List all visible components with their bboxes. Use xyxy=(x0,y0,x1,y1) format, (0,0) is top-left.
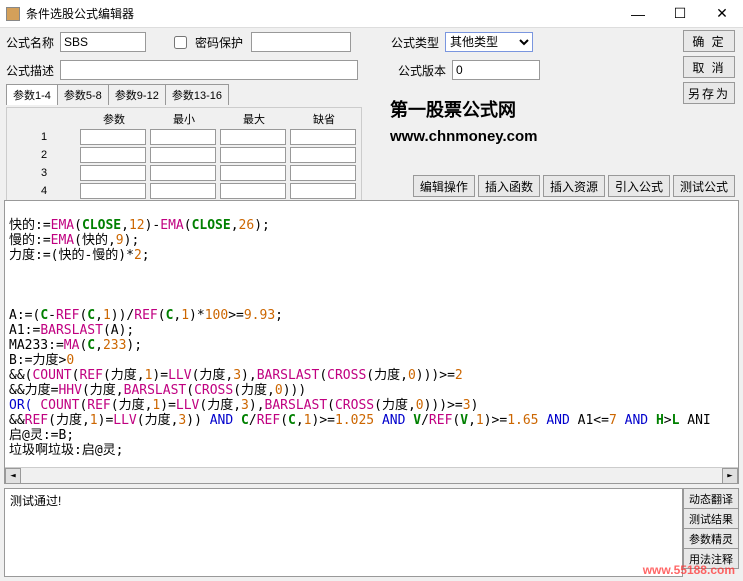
type-select[interactable]: 其他类型 xyxy=(445,32,533,52)
maximize-button[interactable]: ☐ xyxy=(659,0,701,28)
version-label: 公式版本 xyxy=(398,62,448,79)
watermark-line2: www.chnmoney.com xyxy=(390,128,538,145)
tab-params-13-16[interactable]: 参数13-16 xyxy=(165,84,229,105)
window-title: 条件选股公式编辑器 xyxy=(26,5,617,22)
code-editor[interactable]: 快的:=EMA(CLOSE,12)-EMA(CLOSE,26); 慢的:=EMA… xyxy=(4,200,739,484)
param-cell[interactable] xyxy=(290,183,356,199)
watermark-line1: 第一股票公式网 xyxy=(390,96,538,122)
param-cell[interactable] xyxy=(290,147,356,163)
param-cell[interactable] xyxy=(290,165,356,181)
name-input[interactable] xyxy=(60,32,146,52)
insfunc-button[interactable]: 插入函数 xyxy=(478,175,540,197)
param-cell[interactable] xyxy=(150,129,216,145)
app-icon xyxy=(6,7,20,21)
saveas-button[interactable]: 另存为 xyxy=(683,82,735,104)
minimize-button[interactable]: — xyxy=(617,0,659,28)
cancel-button[interactable]: 取 消 xyxy=(683,56,735,78)
scroll-right-icon[interactable]: ► xyxy=(722,468,738,484)
param-grid: 参数最小最大缺省 1 2 3 4 xyxy=(6,107,362,203)
param-cell[interactable] xyxy=(80,165,146,181)
tab-params-1-4[interactable]: 参数1-4 xyxy=(6,84,58,105)
test-button[interactable]: 测试公式 xyxy=(673,175,735,197)
insres-button[interactable]: 插入资源 xyxy=(543,175,605,197)
paramwiz-button[interactable]: 参数精灵 xyxy=(683,528,739,549)
param-cell[interactable] xyxy=(220,165,286,181)
param-cell[interactable] xyxy=(80,183,146,199)
param-cell[interactable] xyxy=(220,147,286,163)
param-cell[interactable] xyxy=(150,147,216,163)
pwd-input[interactable] xyxy=(251,32,351,52)
editop-button[interactable]: 编辑操作 xyxy=(413,175,475,197)
desc-label: 公式描述 xyxy=(6,62,56,79)
version-input[interactable] xyxy=(452,60,540,80)
close-button[interactable]: ✕ xyxy=(701,0,743,28)
pwd-label: 密码保护 xyxy=(195,34,243,51)
pwd-checkbox[interactable] xyxy=(174,36,187,49)
param-cell[interactable] xyxy=(290,129,356,145)
type-label: 公式类型 xyxy=(391,34,441,51)
dyntrans-button[interactable]: 动态翻译 xyxy=(683,488,739,509)
param-cell[interactable] xyxy=(150,165,216,181)
test-message: 测试通过! xyxy=(4,488,683,577)
param-cell[interactable] xyxy=(220,129,286,145)
tab-params-5-8[interactable]: 参数5-8 xyxy=(57,84,109,105)
param-cell[interactable] xyxy=(150,183,216,199)
scroll-left-icon[interactable]: ◄ xyxy=(5,468,21,484)
tab-params-9-12[interactable]: 参数9-12 xyxy=(108,84,166,105)
param-cell[interactable] xyxy=(80,147,146,163)
h-scrollbar[interactable]: ◄► xyxy=(5,467,738,483)
ok-button[interactable]: 确 定 xyxy=(683,30,735,52)
param-cell[interactable] xyxy=(220,183,286,199)
name-label: 公式名称 xyxy=(6,34,56,51)
footer-link: www.55188.com xyxy=(643,563,735,577)
import-button[interactable]: 引入公式 xyxy=(608,175,670,197)
param-cell[interactable] xyxy=(80,129,146,145)
desc-input[interactable] xyxy=(60,60,358,80)
testresult-button[interactable]: 测试结果 xyxy=(683,508,739,529)
